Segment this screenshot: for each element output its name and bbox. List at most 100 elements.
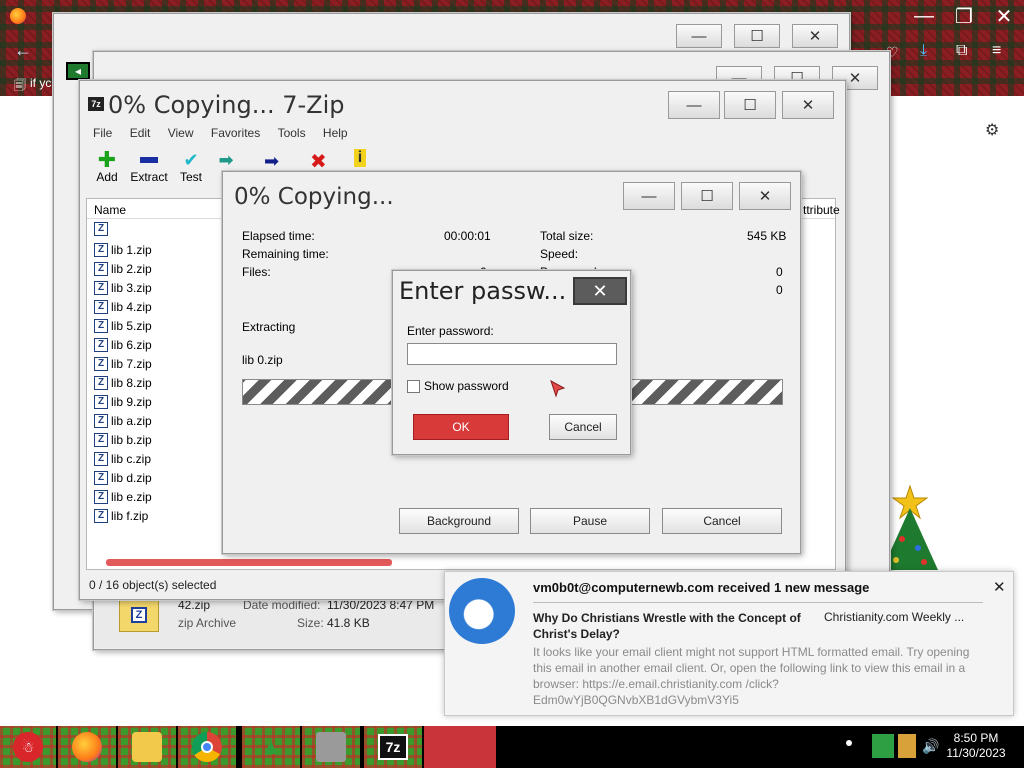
zip-file-icon: Z <box>94 451 108 466</box>
menu-favorites[interactable]: Favorites <box>211 126 260 140</box>
add-button[interactable]: ✚ Add <box>85 147 129 184</box>
file-explorer-icon <box>132 732 162 762</box>
list-item[interactable]: Zlib 5.zip <box>94 316 152 335</box>
list-item[interactable]: Zlib a.zip <box>94 411 152 430</box>
list-item[interactable]: Zlib 6.zip <box>94 335 152 354</box>
cancel-button[interactable]: Cancel <box>662 508 782 534</box>
list-item[interactable]: Z <box>94 219 111 238</box>
menu-help[interactable]: Help <box>323 126 348 140</box>
gear-icon[interactable]: ⚙ <box>985 120 999 140</box>
elapsed-label: Elapsed time: <box>242 229 315 243</box>
menu-edit[interactable]: Edit <box>130 126 151 140</box>
checkbox-box[interactable] <box>407 379 420 393</box>
taskbar-item-active[interactable] <box>424 726 496 768</box>
size-value: 41.8 KB <box>327 616 370 630</box>
list-item[interactable]: Zlib 7.zip <box>94 354 152 373</box>
total-size-label: Total size: <box>540 229 594 243</box>
taskbar-item-tree[interactable]: ▲ <box>242 726 300 768</box>
taskbar-item-firefox[interactable] <box>58 726 116 768</box>
minimize-button[interactable]: — <box>623 182 675 210</box>
thunderbird-icon <box>449 578 515 644</box>
list-item[interactable]: Zlib 8.zip <box>94 373 152 392</box>
extract-button[interactable]: Extract <box>127 150 171 184</box>
taskbar-item-wall[interactable] <box>302 726 360 768</box>
close-icon[interactable]: ✕ <box>993 578 1006 596</box>
zip-file-icon: Z <box>94 318 108 333</box>
7zip-icon: 7z <box>378 734 408 760</box>
list-item[interactable]: Zlib 4.zip <box>94 297 152 316</box>
move-icon[interactable]: ➡ <box>264 151 279 172</box>
zip-file-icon: Z <box>94 337 108 352</box>
copy-arrow-icon: ➡ <box>218 150 234 170</box>
pause-button[interactable]: Pause <box>530 508 650 534</box>
maximize-button[interactable]: ☐ <box>724 91 776 119</box>
zip-file-icon: Z <box>94 394 108 409</box>
list-item[interactable]: Zlib 3.zip <box>94 278 152 297</box>
list-item[interactable]: Zlib 9.zip <box>94 392 152 411</box>
7zip-icon: 7z <box>88 97 104 111</box>
maximize-button[interactable]: ☐ <box>681 182 733 210</box>
email-sender: Christianity.com Weekly ... <box>824 610 965 624</box>
tray-network-icon[interactable] <box>898 734 916 758</box>
taskbar-item-santa[interactable]: ☃ <box>0 726 56 768</box>
list-item[interactable]: Zlib 1.zip <box>94 240 152 259</box>
clock[interactable]: 8:50 PM 11/30/2023 <box>944 731 1008 761</box>
taskbar-item-chrome[interactable] <box>178 726 236 768</box>
password-input[interactable] <box>407 343 617 365</box>
background-button[interactable]: Background <box>399 508 519 534</box>
list-item[interactable]: Zlib b.zip <box>94 430 152 449</box>
remaining-label: Remaining time: <box>242 247 329 261</box>
close-button[interactable]: ✕ <box>573 277 627 305</box>
taskbar-item-7zip[interactable]: 7z <box>364 726 422 768</box>
menu-icon[interactable]: ≡ <box>992 42 1001 60</box>
zip-file-icon: Z <box>94 280 108 295</box>
browser-minimize-button[interactable]: — <box>904 0 944 32</box>
check-icon: ✔ <box>183 149 199 170</box>
back-icon[interactable]: ◂ <box>66 62 90 80</box>
column-attributes[interactable]: ttribute <box>803 203 840 217</box>
tray-flag-icon[interactable] <box>872 734 894 758</box>
elapsed-value: 00:00:01 <box>444 229 491 243</box>
zip-file-icon: Z <box>94 242 108 257</box>
show-password-checkbox[interactable]: Show password <box>407 379 509 393</box>
menu-tools[interactable]: Tools <box>278 126 306 140</box>
firefox-icon[interactable] <box>10 8 26 24</box>
test-button[interactable]: ✔ Test <box>169 149 213 185</box>
close-button[interactable]: ✕ <box>782 91 834 119</box>
list-item[interactable]: Zlib 2.zip <box>94 259 152 278</box>
column-name[interactable]: Name <box>94 203 126 217</box>
list-item[interactable]: Zlib c.zip <box>94 449 151 468</box>
volume-icon[interactable]: 🔊 <box>922 738 939 755</box>
maximize-button[interactable]: ☐ <box>734 24 780 48</box>
browser-restore-button[interactable]: ❐ <box>944 0 984 32</box>
close-button[interactable]: ✕ <box>792 24 838 48</box>
info-icon[interactable]: i <box>354 149 366 167</box>
taskbar-item-explorer[interactable] <box>118 726 176 768</box>
zip-file-icon: Z <box>94 470 108 485</box>
extensions-icon[interactable]: ⧉ <box>956 42 967 60</box>
close-button[interactable]: ✕ <box>739 182 791 210</box>
date-label: Date modified: <box>243 598 321 612</box>
download-icon[interactable]: ⤓ <box>920 42 927 60</box>
browser-close-button[interactable]: ✕ <box>984 0 1024 32</box>
list-item[interactable]: Zlib d.zip <box>94 468 152 487</box>
ok-button[interactable]: OK <box>413 414 509 440</box>
list-item[interactable]: Zlib f.zip <box>94 506 148 525</box>
chrome-icon <box>192 732 222 762</box>
browser-tab[interactable]: 🗐 if yc <box>14 76 51 97</box>
horizontal-scrollbar[interactable] <box>106 559 392 566</box>
menu-view[interactable]: View <box>168 126 194 140</box>
zip-file-icon: Z <box>94 508 108 523</box>
notification-header: vm0b0t@computernewb.com received 1 new m… <box>533 580 870 595</box>
email-notification[interactable]: vm0b0t@computernewb.com received 1 new m… <box>444 571 1014 716</box>
cancel-button[interactable]: Cancel <box>549 414 617 440</box>
minimize-button[interactable]: — <box>676 24 722 48</box>
list-item[interactable]: Zlib e.zip <box>94 487 152 506</box>
password-prompt: Enter password: <box>407 324 494 338</box>
menu-file[interactable]: File <box>93 126 112 140</box>
back-arrow-icon[interactable]: ← <box>14 40 32 61</box>
action-label: Extracting <box>242 320 296 334</box>
minimize-button[interactable]: — <box>668 91 720 119</box>
email-subject: Why Do Christians Wrestle with the Conce… <box>533 611 801 641</box>
wall-icon <box>316 732 346 762</box>
